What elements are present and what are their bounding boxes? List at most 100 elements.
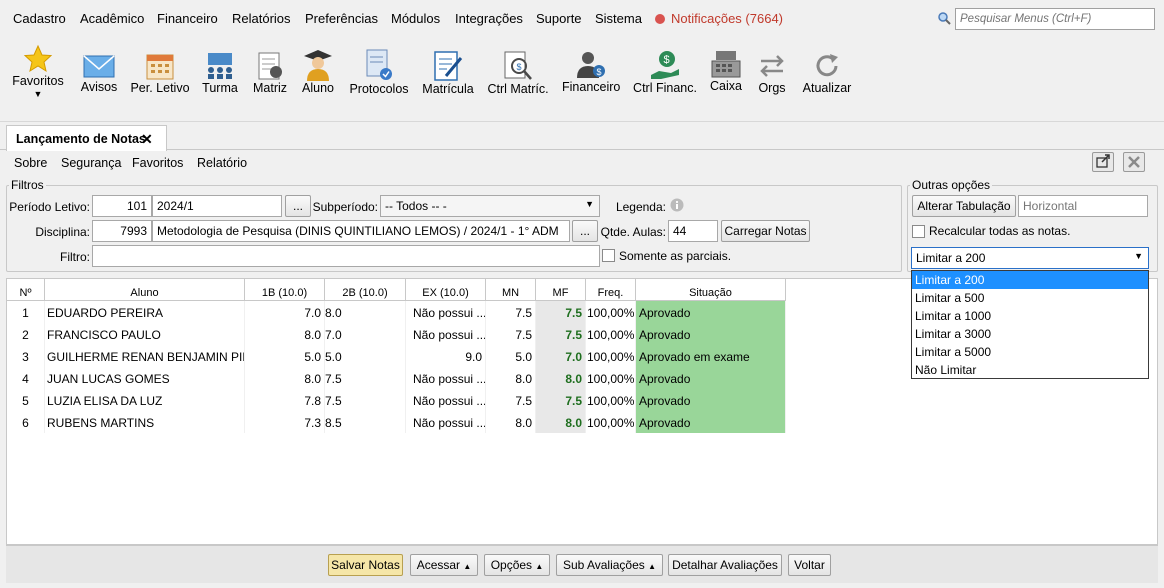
cell-1b[interactable]: 7.8 (245, 389, 325, 411)
periodo-value-input[interactable]: 2024/1 (152, 195, 282, 217)
col-header-2b[interactable]: 2B (10.0) (325, 279, 406, 301)
parciais-checkbox[interactable] (602, 249, 615, 262)
menu-financeiro[interactable]: Financeiro (157, 11, 218, 26)
submenu-favoritos[interactable]: Favoritos (132, 156, 183, 170)
disciplina-value-input[interactable]: Metodologia de Pesquisa (DINIS QUINTILIA… (152, 220, 570, 242)
cell-aluno[interactable]: EDUARDO PEREIRA (45, 301, 245, 323)
cell-1b[interactable]: 7.0 (245, 301, 325, 323)
cell-mf[interactable]: 7.5 (536, 389, 586, 411)
cell-1b[interactable]: 8.0 (245, 367, 325, 389)
submenu-relatorio[interactable]: Relatório (197, 156, 247, 170)
cell-situacao[interactable]: Aprovado (636, 367, 786, 389)
cell-ex[interactable]: Não possui ... (406, 301, 486, 323)
col-header-mn[interactable]: MN (486, 279, 536, 301)
limit-option-3000[interactable]: Limitar a 3000 (912, 325, 1148, 343)
cell-aluno[interactable]: FRANCISCO PAULO (45, 323, 245, 345)
alterar-tabulacao-button[interactable]: Alterar Tabulação (912, 195, 1016, 217)
table-row[interactable]: 2 FRANCISCO PAULO 8.0 7.0 Não possui ... 7.5 7… (7, 323, 786, 345)
cell-1b[interactable]: 5.0 (245, 345, 325, 367)
subperiodo-select[interactable]: -- Todos -- - ▼ (380, 195, 600, 217)
cell-situacao[interactable]: Aprovado em exame (636, 345, 786, 367)
limit-option-500[interactable]: Limitar a 500 (912, 289, 1148, 307)
detalhar-avaliacoes-button[interactable]: Detalhar Avaliações (668, 554, 782, 576)
cell-aluno[interactable]: GUILHERME RENAN BENJAMIN PIR... (45, 345, 245, 367)
info-icon[interactable] (670, 198, 684, 212)
cell-ex[interactable]: Não possui ... (406, 367, 486, 389)
col-header-1b[interactable]: 1B (10.0) (245, 279, 325, 301)
sub-avaliacoes-button[interactable]: Sub Avaliações ▲ (556, 554, 663, 576)
cell-situacao[interactable]: Aprovado (636, 301, 786, 323)
search-input[interactable] (955, 8, 1155, 30)
cell-mf[interactable]: 8.0 (536, 411, 586, 433)
cell-aluno[interactable]: LUZIA ELISA DA LUZ (45, 389, 245, 411)
cell-1b[interactable]: 7.3 (245, 411, 325, 433)
cell-mf[interactable]: 8.0 (536, 367, 586, 389)
table-row[interactable]: 5 LUZIA ELISA DA LUZ 7.8 7.5 Não possui ... 7… (7, 389, 786, 411)
cell-2b[interactable]: 7.5 (325, 367, 406, 389)
aluno-button[interactable]: Aluno (298, 36, 338, 122)
cell-mn[interactable]: 7.5 (486, 301, 536, 323)
cell-freq[interactable]: 100,00% (586, 389, 636, 411)
table-row[interactable]: 1 EDUARDO PEREIRA 7.0 8.0 Não possui ... 7.5 7… (7, 301, 786, 323)
menu-integracoes[interactable]: Integrações (455, 11, 523, 26)
financeiro-button[interactable]: $ Financeiro (562, 36, 620, 122)
col-header-n[interactable]: Nº (7, 279, 45, 301)
col-header-aluno[interactable]: Aluno (45, 279, 245, 301)
periodo-code-input[interactable]: 101 (92, 195, 152, 217)
limit-option-1000[interactable]: Limitar a 1000 (912, 307, 1148, 325)
table-row[interactable]: 3 GUILHERME RENAN BENJAMIN PIR... 5.0 5.0 9.… (7, 345, 786, 367)
tab-lancamento-notas[interactable]: Lançamento de Notas ✕ (6, 125, 167, 151)
horizontal-input[interactable] (1018, 195, 1148, 217)
cell-ex[interactable]: Não possui ... (406, 323, 486, 345)
salvar-notas-button[interactable]: Salvar Notas (328, 554, 403, 576)
cell-situacao[interactable]: Aprovado (636, 411, 786, 433)
col-header-freq[interactable]: Freq. (586, 279, 636, 301)
menu-sistema[interactable]: Sistema (595, 11, 642, 26)
turma-button[interactable]: Turma (200, 36, 240, 122)
cell-1b[interactable]: 8.0 (245, 323, 325, 345)
cell-n[interactable]: 1 (7, 301, 45, 323)
acessar-button[interactable]: Acessar ▲ (410, 554, 478, 576)
close-window-button[interactable] (1123, 152, 1145, 172)
col-header-mf[interactable]: MF (536, 279, 586, 301)
close-icon[interactable]: ✕ (141, 131, 153, 148)
menu-cadastro[interactable]: Cadastro (13, 11, 66, 26)
cell-ex[interactable]: Não possui ... (406, 411, 486, 433)
cell-ex[interactable]: 9.0 (406, 345, 486, 367)
cell-mf[interactable]: 7.5 (536, 323, 586, 345)
cell-mn[interactable]: 7.5 (486, 389, 536, 411)
atualizar-button[interactable]: Atualizar (800, 36, 854, 122)
table-row[interactable]: 6 RUBENS MARTINS 7.3 8.5 Não possui ... 8.0 8.… (7, 411, 786, 433)
caixa-button[interactable]: Caixa (706, 36, 746, 122)
cell-2b[interactable]: 5.0 (325, 345, 406, 367)
cell-mn[interactable]: 7.5 (486, 323, 536, 345)
cell-n[interactable]: 3 (7, 345, 45, 367)
cell-aluno[interactable]: JUAN LUCAS GOMES (45, 367, 245, 389)
ctrl-financ-button[interactable]: $ Ctrl Financ. (632, 36, 698, 122)
matriz-button[interactable]: Matriz (250, 36, 290, 122)
cell-2b[interactable]: 8.5 (325, 411, 406, 433)
cell-freq[interactable]: 100,00% (586, 367, 636, 389)
submenu-seguranca[interactable]: Segurança (61, 156, 121, 170)
per-letivo-button[interactable]: Per. Letivo (130, 36, 190, 122)
cell-2b[interactable]: 7.0 (325, 323, 406, 345)
disciplina-code-input[interactable]: 7993 (92, 220, 152, 242)
cell-mn[interactable]: 8.0 (486, 367, 536, 389)
voltar-button[interactable]: Voltar (788, 554, 831, 576)
detach-window-button[interactable] (1092, 152, 1114, 172)
submenu-sobre[interactable]: Sobre (14, 156, 47, 170)
menu-suporte[interactable]: Suporte (536, 11, 582, 26)
limit-option-5000[interactable]: Limitar a 5000 (912, 343, 1148, 361)
cell-freq[interactable]: 100,00% (586, 301, 636, 323)
cell-mn[interactable]: 5.0 (486, 345, 536, 367)
cell-n[interactable]: 5 (7, 389, 45, 411)
cell-freq[interactable]: 100,00% (586, 323, 636, 345)
menu-preferencias[interactable]: Preferências (305, 11, 378, 26)
opcoes-button[interactable]: Opções ▲ (484, 554, 550, 576)
recalcular-checkbox[interactable] (912, 225, 925, 238)
cell-mn[interactable]: 8.0 (486, 411, 536, 433)
cell-freq[interactable]: 100,00% (586, 411, 636, 433)
limit-option-no-limit[interactable]: Não Limitar (912, 361, 1148, 379)
cell-mf[interactable]: 7.0 (536, 345, 586, 367)
cell-ex[interactable]: Não possui ... (406, 389, 486, 411)
